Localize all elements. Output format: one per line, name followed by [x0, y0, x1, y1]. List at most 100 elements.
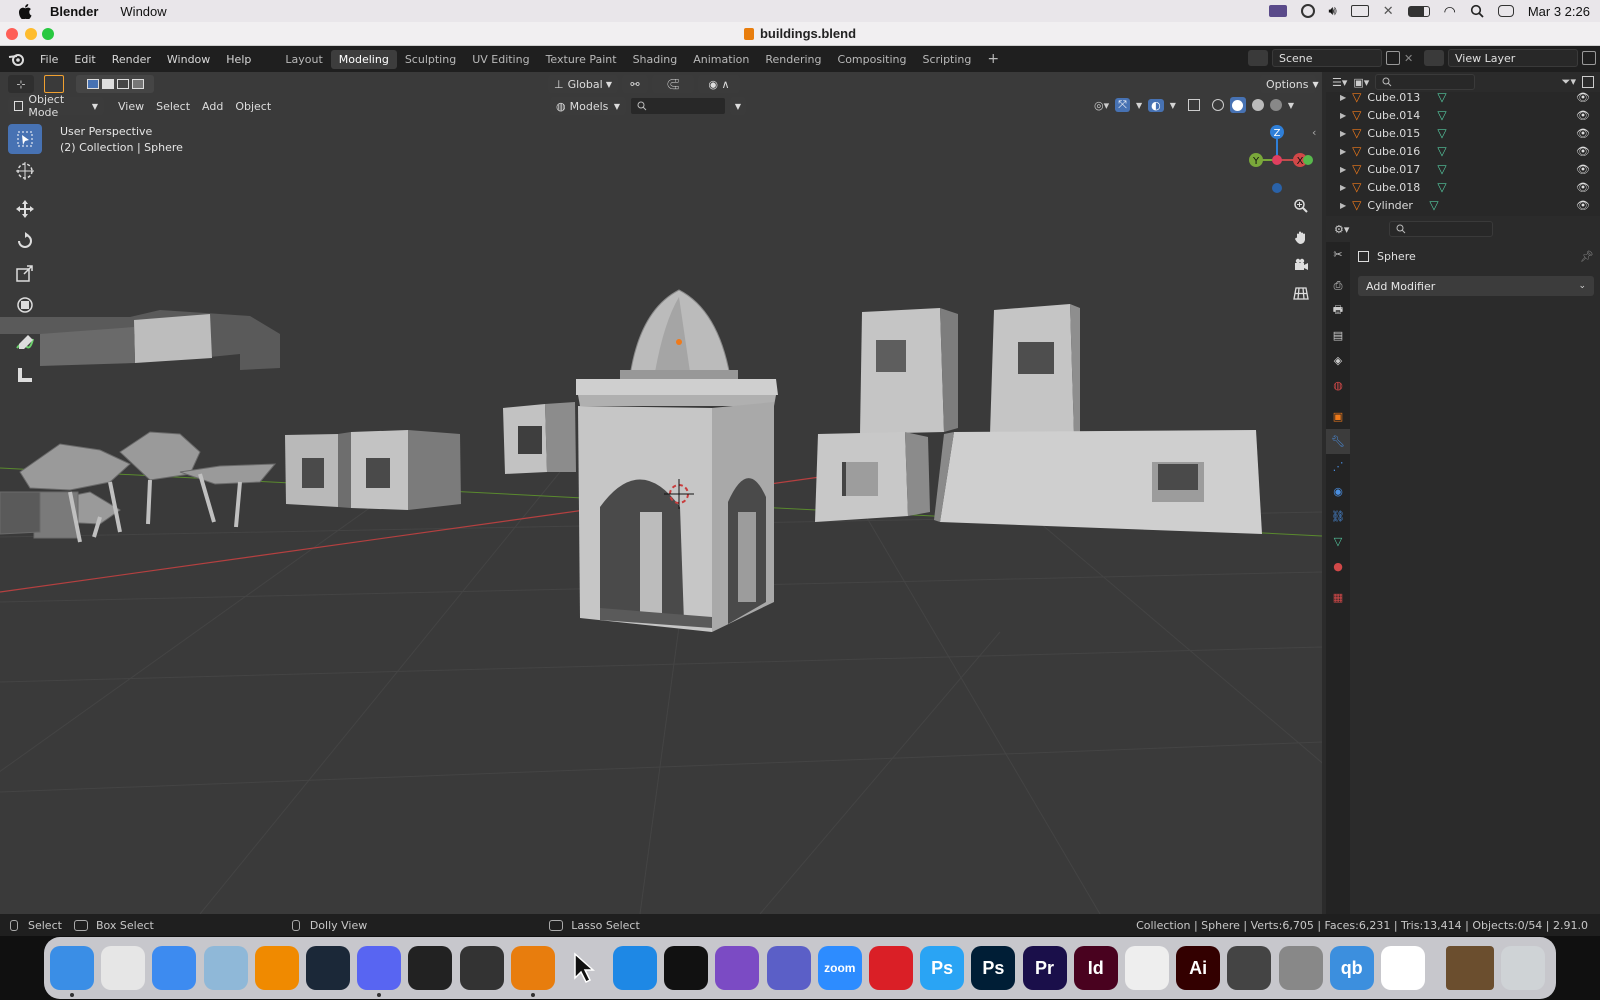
far-left-building[interactable] [0, 310, 280, 370]
visibility-eye-icon[interactable]: 👁︎ [1576, 199, 1590, 212]
tab-modeling[interactable]: Modeling [330, 49, 397, 69]
rotate-tool[interactable] [8, 226, 42, 256]
dock-icon-photoshop[interactable]: Ps [971, 946, 1016, 990]
outliner-filter-icon[interactable]: ⏷▾ [1562, 75, 1576, 89]
dock-icon-vlc[interactable] [254, 946, 299, 990]
outliner-editor-type-icon[interactable]: ☰▾ [1332, 76, 1347, 89]
scene-properties-tab-icon[interactable]: ◈ [1326, 348, 1350, 373]
mesh-data-icon[interactable]: ▽ [1437, 126, 1446, 140]
dock-icon-cursor[interactable] [562, 946, 606, 990]
menubar-item-window[interactable]: Window [120, 4, 166, 19]
right-front-block[interactable] [815, 432, 930, 522]
outliner-row[interactable]: ▶ ▽ Cube.016 ▽ 👁︎ [1326, 142, 1600, 160]
dock-icon-quicktime[interactable] [1227, 946, 1272, 990]
menubar-app-name[interactable]: Blender [50, 4, 98, 19]
dock-icon-discord[interactable] [357, 946, 402, 997]
navigation-gizmo[interactable]: Z X Y [1236, 120, 1318, 200]
tab-compositing[interactable]: Compositing [830, 50, 915, 69]
dock-icon-vs-code[interactable] [613, 946, 658, 990]
material-properties-tab-icon[interactable]: ● [1326, 554, 1350, 579]
zoom-view-icon[interactable] [1289, 194, 1313, 218]
toggle-perspective-grid-icon[interactable] [1289, 281, 1313, 305]
expand-arrow-icon[interactable]: ▶ [1340, 93, 1346, 102]
time-machine-icon[interactable] [1300, 4, 1315, 18]
texture-properties-tab-icon[interactable]: ▦ [1326, 585, 1350, 610]
menu-view[interactable]: View [112, 100, 150, 113]
data-properties-tab-icon[interactable]: ▽ [1326, 529, 1350, 554]
dock-icon-chrome[interactable] [1380, 946, 1425, 990]
right-tower-two[interactable] [990, 304, 1080, 434]
dock-icon-trash[interactable] [1501, 946, 1546, 990]
zoom-window-button[interactable] [42, 28, 54, 40]
wifi-icon[interactable]: ◠ [1444, 3, 1456, 20]
domed-pavilion[interactable] [576, 289, 778, 632]
dock-icon-preview[interactable] [203, 946, 248, 990]
tool-properties-tab-icon[interactable]: ✂ [1326, 242, 1350, 267]
tab-animation[interactable]: Animation [685, 50, 757, 69]
outliner-search-field[interactable] [1375, 74, 1476, 90]
outliner-row[interactable]: ▶ ▽ Cube.015 ▽ 👁︎ [1326, 124, 1600, 142]
world-properties-tab-icon[interactable]: ◍ [1326, 373, 1350, 398]
dock-icon-acrobat[interactable] [1124, 946, 1169, 990]
blender-logo-icon[interactable] [8, 50, 26, 68]
editor-type-icon[interactable]: ⊹ [8, 75, 34, 93]
long-wall-building[interactable] [934, 430, 1262, 534]
dock-icon-teams[interactable] [766, 946, 811, 990]
particles-properties-tab-icon[interactable]: ⋰ [1326, 454, 1350, 479]
modifier-properties-tab-icon[interactable]: 🔧︎ [1326, 429, 1350, 454]
expand-arrow-icon[interactable]: ▶ [1340, 147, 1346, 156]
minimize-window-button[interactable] [25, 28, 37, 40]
menu-object[interactable]: Object [229, 100, 277, 113]
collection-filter-dropdown[interactable]: ◍ Models ▼ [550, 97, 626, 115]
expand-arrow-icon[interactable]: ▶ [1340, 129, 1346, 138]
small-house-left[interactable] [285, 430, 461, 510]
view-layer-field[interactable]: View Layer [1448, 49, 1578, 67]
viewport-scene[interactable] [0, 72, 1322, 914]
menu-select[interactable]: Select [150, 100, 196, 113]
expand-arrow-icon[interactable]: ▶ [1340, 165, 1346, 174]
dock-icon-launchpad[interactable] [101, 946, 146, 990]
display-mode-icon[interactable]: ▣▾ [1353, 76, 1369, 89]
apple-logo-icon[interactable] [18, 3, 32, 19]
properties-search-field[interactable] [1389, 221, 1494, 237]
chevron-down-icon[interactable]: ▼ [1288, 101, 1294, 110]
dock-icon-steam[interactable] [305, 946, 350, 990]
battery-icon[interactable] [1407, 5, 1430, 17]
visibility-eye-icon[interactable]: 👁︎ [1576, 145, 1590, 158]
dock-icon-unity-hub[interactable] [664, 946, 709, 990]
tab-uv-editing[interactable]: UV Editing [464, 50, 537, 69]
tree-cluster[interactable] [0, 431, 277, 543]
cursor-tool[interactable] [8, 156, 42, 186]
pin-icon[interactable]: 📌︎ [1580, 250, 1594, 263]
menu-render[interactable]: Render [104, 53, 159, 66]
dock-icon-finder[interactable] [50, 946, 94, 997]
mesh-data-icon[interactable]: ▽ [1437, 162, 1446, 176]
outliner-row[interactable]: ▶ ▽ Cube.017 ▽ 👁︎ [1326, 160, 1600, 178]
select-box-tool[interactable] [8, 124, 42, 154]
dock-icon-mail[interactable] [152, 946, 197, 990]
dock-icon-github-desktop[interactable] [715, 946, 760, 990]
output-properties-tab-icon[interactable]: 🖶︎ [1326, 298, 1350, 323]
menu-edit[interactable]: Edit [66, 53, 103, 66]
pivot-point-dropdown[interactable]: ⚯ [622, 75, 648, 93]
shading-wireframe-icon[interactable] [1211, 99, 1224, 111]
object-properties-tab-icon[interactable]: ▣ [1326, 404, 1350, 429]
visibility-selectability-icon[interactable]: ◎▾ [1094, 99, 1109, 112]
outliner-row[interactable]: ▶ ▽ Cube.018 ▽ 👁︎ [1326, 178, 1600, 196]
dock-icon-sparrow[interactable] [408, 946, 453, 990]
menu-add[interactable]: Add [196, 100, 229, 113]
new-collection-icon[interactable] [1582, 76, 1594, 88]
expand-arrow-icon[interactable]: ▶ [1340, 183, 1346, 192]
dock-icon-indesign[interactable]: Id [1073, 946, 1118, 990]
xray-toggle-icon[interactable] [1187, 99, 1200, 111]
3d-viewport[interactable]: User Perspective (2) Collection | Sphere… [0, 72, 1322, 914]
shading-rendered-icon[interactable] [1269, 99, 1282, 111]
scale-tool[interactable] [8, 258, 42, 288]
pan-view-hand-icon[interactable] [1289, 225, 1313, 249]
show-gizmo-icon[interactable]: ⤧ [1115, 98, 1130, 112]
visibility-eye-icon[interactable]: 👁︎ [1576, 163, 1590, 176]
move-tool[interactable] [8, 194, 42, 224]
expand-arrow-icon[interactable]: ▶ [1340, 111, 1346, 120]
back-small-house[interactable] [503, 402, 576, 474]
keyboard-icon[interactable] [1350, 5, 1369, 17]
